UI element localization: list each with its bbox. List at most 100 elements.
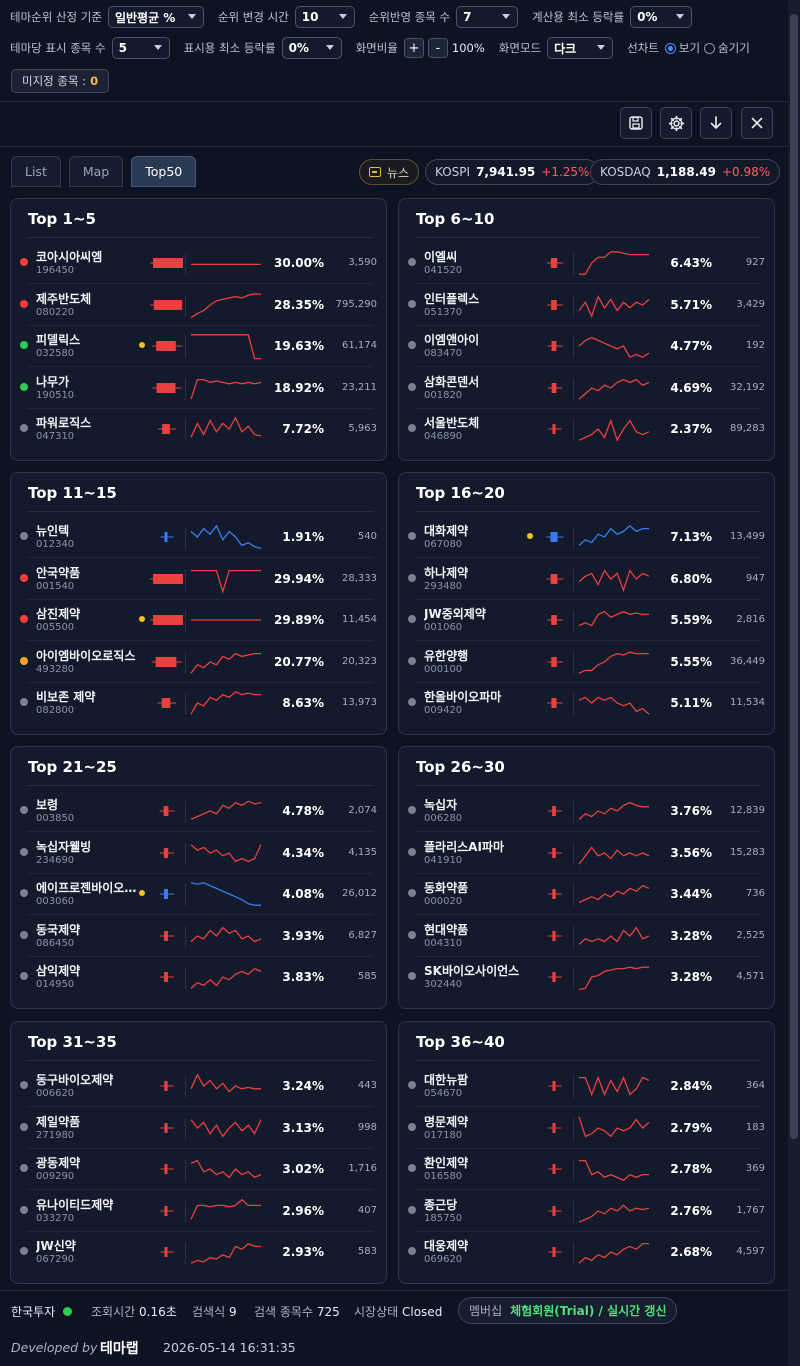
download-button[interactable] <box>700 107 732 139</box>
brand-logo[interactable]: 테마랩 <box>100 1338 139 1358</box>
stock-name[interactable]: 뉴인텍 <box>36 522 146 539</box>
stock-name[interactable]: 녹십자 <box>424 796 534 813</box>
stock-row[interactable]: 코아시아씨엠 196450 30.00% 3,590 <box>11 243 386 284</box>
stock-row[interactable]: 비보존 제약 082800 8.63% 13,973 <box>11 683 386 724</box>
stock-name[interactable]: 나무가 <box>36 373 146 390</box>
stock-name[interactable]: 하나제약 <box>424 564 534 581</box>
rank-change-select[interactable]: 10 <box>294 6 355 28</box>
tab-top50[interactable]: Top50 <box>131 156 197 187</box>
stock-row[interactable]: 녹십자 006280 3.76% 12,839 <box>399 791 774 832</box>
screen-mode-select[interactable]: 다크 <box>547 37 614 59</box>
settings-button[interactable] <box>660 107 692 139</box>
rank-basis-select[interactable]: 일반평균 % <box>107 6 204 28</box>
stock-name[interactable]: 비보존 제약 <box>36 688 146 705</box>
scrollbar-thumb[interactable] <box>790 14 798 1139</box>
news-button[interactable]: 뉴스 <box>359 159 420 185</box>
stock-row[interactable]: 대웅제약 069620 2.68% 4,597 <box>399 1232 774 1273</box>
stock-name[interactable]: 녹십자웰빙 <box>36 838 146 855</box>
stock-name[interactable]: 유나이티드제약 <box>36 1196 146 1213</box>
stock-name[interactable]: 피델릭스 <box>36 331 146 348</box>
stock-row[interactable]: 동구바이오제약 006620 3.24% 443 <box>11 1066 386 1107</box>
stock-name[interactable]: SK바이오사이언스 <box>424 962 534 979</box>
stock-name[interactable]: 명문제약 <box>424 1113 534 1130</box>
stock-row[interactable]: SK바이오사이언스 302440 3.28% 4,571 <box>399 957 774 998</box>
stock-row[interactable]: 보령 003850 4.78% 2,074 <box>11 791 386 832</box>
stock-name[interactable]: 코아시아씨엠 <box>36 248 146 265</box>
stock-name[interactable]: 삼화콘덴서 <box>424 373 534 390</box>
stock-row[interactable]: 안국약품 001540 29.94% 28,333 <box>11 559 386 600</box>
stock-row[interactable]: 종근당 185750 2.76% 1,767 <box>399 1191 774 1232</box>
stock-row[interactable]: 녹십자웰빙 234690 4.34% 4,135 <box>11 833 386 874</box>
stock-row[interactable]: 파워로직스 047310 7.72% 5,963 <box>11 409 386 450</box>
show-radio[interactable] <box>664 42 676 54</box>
per-theme-select[interactable]: 5 <box>111 37 170 59</box>
stock-name[interactable]: 삼진제약 <box>36 605 146 622</box>
stock-row[interactable]: 동국제약 086450 3.93% 6,827 <box>11 916 386 957</box>
stock-row[interactable]: 한올바이오파마 009420 5.11% 11,534 <box>399 683 774 724</box>
stock-row[interactable]: 인터플렉스 051370 5.71% 3,429 <box>399 285 774 326</box>
stock-name[interactable]: 환인제약 <box>424 1154 534 1171</box>
stock-row[interactable]: 광동제약 009290 3.02% 1,716 <box>11 1149 386 1190</box>
stock-name[interactable]: 제일약품 <box>36 1113 146 1130</box>
stock-row[interactable]: 유한양행 000100 5.55% 36,449 <box>399 642 774 683</box>
display-min-rise-select[interactable]: 0% <box>281 37 342 59</box>
zoom-out-button[interactable]: - <box>427 38 448 58</box>
stock-name[interactable]: 동구바이오제약 <box>36 1071 146 1088</box>
stock-name[interactable]: 이엘씨 <box>424 248 534 265</box>
calc-min-rise-select[interactable]: 0% <box>630 6 693 28</box>
stock-row[interactable]: 서울반도체 046890 2.37% 89,283 <box>399 409 774 450</box>
stock-name[interactable]: 동화약품 <box>424 879 534 896</box>
stock-row[interactable]: 삼익제약 014950 3.83% 585 <box>11 957 386 998</box>
stock-row[interactable]: 유나이티드제약 033270 2.96% 407 <box>11 1191 386 1232</box>
scrollbar[interactable] <box>788 0 800 1366</box>
stock-name[interactable]: 제주반도체 <box>36 290 146 307</box>
stock-row[interactable]: 뉴인텍 012340 1.91% 540 <box>11 517 386 558</box>
stock-row[interactable]: JW중외제약 001060 5.59% 2,816 <box>399 600 774 641</box>
stock-row[interactable]: 이엘씨 041520 6.43% 927 <box>399 243 774 284</box>
stock-name[interactable]: 종근당 <box>424 1196 534 1213</box>
stock-name[interactable]: 파워로직스 <box>36 414 146 431</box>
stock-row[interactable]: 이엠앤아이 083470 4.77% 192 <box>399 326 774 367</box>
stock-name[interactable]: 보령 <box>36 796 146 813</box>
stock-row[interactable]: 삼진제약 005500 29.89% 11,454 <box>11 600 386 641</box>
tab-list[interactable]: List <box>11 156 61 187</box>
stock-name[interactable]: 현대약품 <box>424 921 534 938</box>
stock-name[interactable]: 플라리스AI파마 <box>424 838 534 855</box>
membership-badge[interactable]: 멤버십 체험회원(Trial) / 실시간 갱신 <box>458 1297 678 1324</box>
stock-name[interactable]: 서울반도체 <box>424 414 534 431</box>
stock-name[interactable]: 대화제약 <box>424 522 534 539</box>
save-button[interactable] <box>620 107 652 139</box>
stock-name[interactable]: 동국제약 <box>36 921 146 938</box>
stock-row[interactable]: 피델릭스 032580 19.63% 61,174 <box>11 326 386 367</box>
stock-name[interactable]: 광동제약 <box>36 1154 146 1171</box>
stock-row[interactable]: 에이프로젠바이오로직스 003060 4.08% 26,012 <box>11 874 386 915</box>
stock-name[interactable]: 삼익제약 <box>36 962 146 979</box>
unassigned-stocks-button[interactable]: 미지정 종목 : 0 <box>11 69 110 93</box>
stock-name[interactable]: 인터플렉스 <box>424 290 534 307</box>
stock-name[interactable]: 한올바이오파마 <box>424 688 534 705</box>
stock-name[interactable]: 이엠앤아이 <box>424 331 534 348</box>
stock-row[interactable]: 명문제약 017180 2.79% 183 <box>399 1108 774 1149</box>
stock-name[interactable]: JW중외제약 <box>424 605 534 622</box>
stock-row[interactable]: 환인제약 016580 2.78% 369 <box>399 1149 774 1190</box>
tab-map[interactable]: Map <box>68 156 124 187</box>
stock-row[interactable]: 대한뉴팜 054670 2.84% 364 <box>399 1066 774 1107</box>
stock-name[interactable]: 아이엠바이오로직스 <box>36 647 146 664</box>
stock-row[interactable]: 하나제약 293480 6.80% 947 <box>399 559 774 600</box>
close-button[interactable] <box>741 107 773 139</box>
stock-row[interactable]: 나무가 190510 18.92% 23,211 <box>11 368 386 409</box>
stock-row[interactable]: 대화제약 067080 7.13% 13,499 <box>399 517 774 558</box>
zoom-in-button[interactable]: + <box>403 38 424 58</box>
stock-name[interactable]: JW신약 <box>36 1237 146 1254</box>
stock-name[interactable]: 유한양행 <box>424 647 534 664</box>
stock-row[interactable]: 아이엠바이오로직스 493280 20.77% 20,323 <box>11 642 386 683</box>
stock-row[interactable]: 플라리스AI파마 041910 3.56% 15,283 <box>399 833 774 874</box>
stock-row[interactable]: 제주반도체 080220 28.35% 795,290 <box>11 285 386 326</box>
stock-name[interactable]: 대한뉴팜 <box>424 1071 534 1088</box>
rank-reflect-select[interactable]: 7 <box>456 6 519 28</box>
stock-name[interactable]: 대웅제약 <box>424 1237 534 1254</box>
stock-name[interactable]: 에이프로젠바이오로직스 <box>36 879 146 896</box>
stock-row[interactable]: 동화약품 000020 3.44% 736 <box>399 874 774 915</box>
stock-row[interactable]: 현대약품 004310 3.28% 2,525 <box>399 916 774 957</box>
stock-row[interactable]: 삼화콘덴서 001820 4.69% 32,192 <box>399 368 774 409</box>
